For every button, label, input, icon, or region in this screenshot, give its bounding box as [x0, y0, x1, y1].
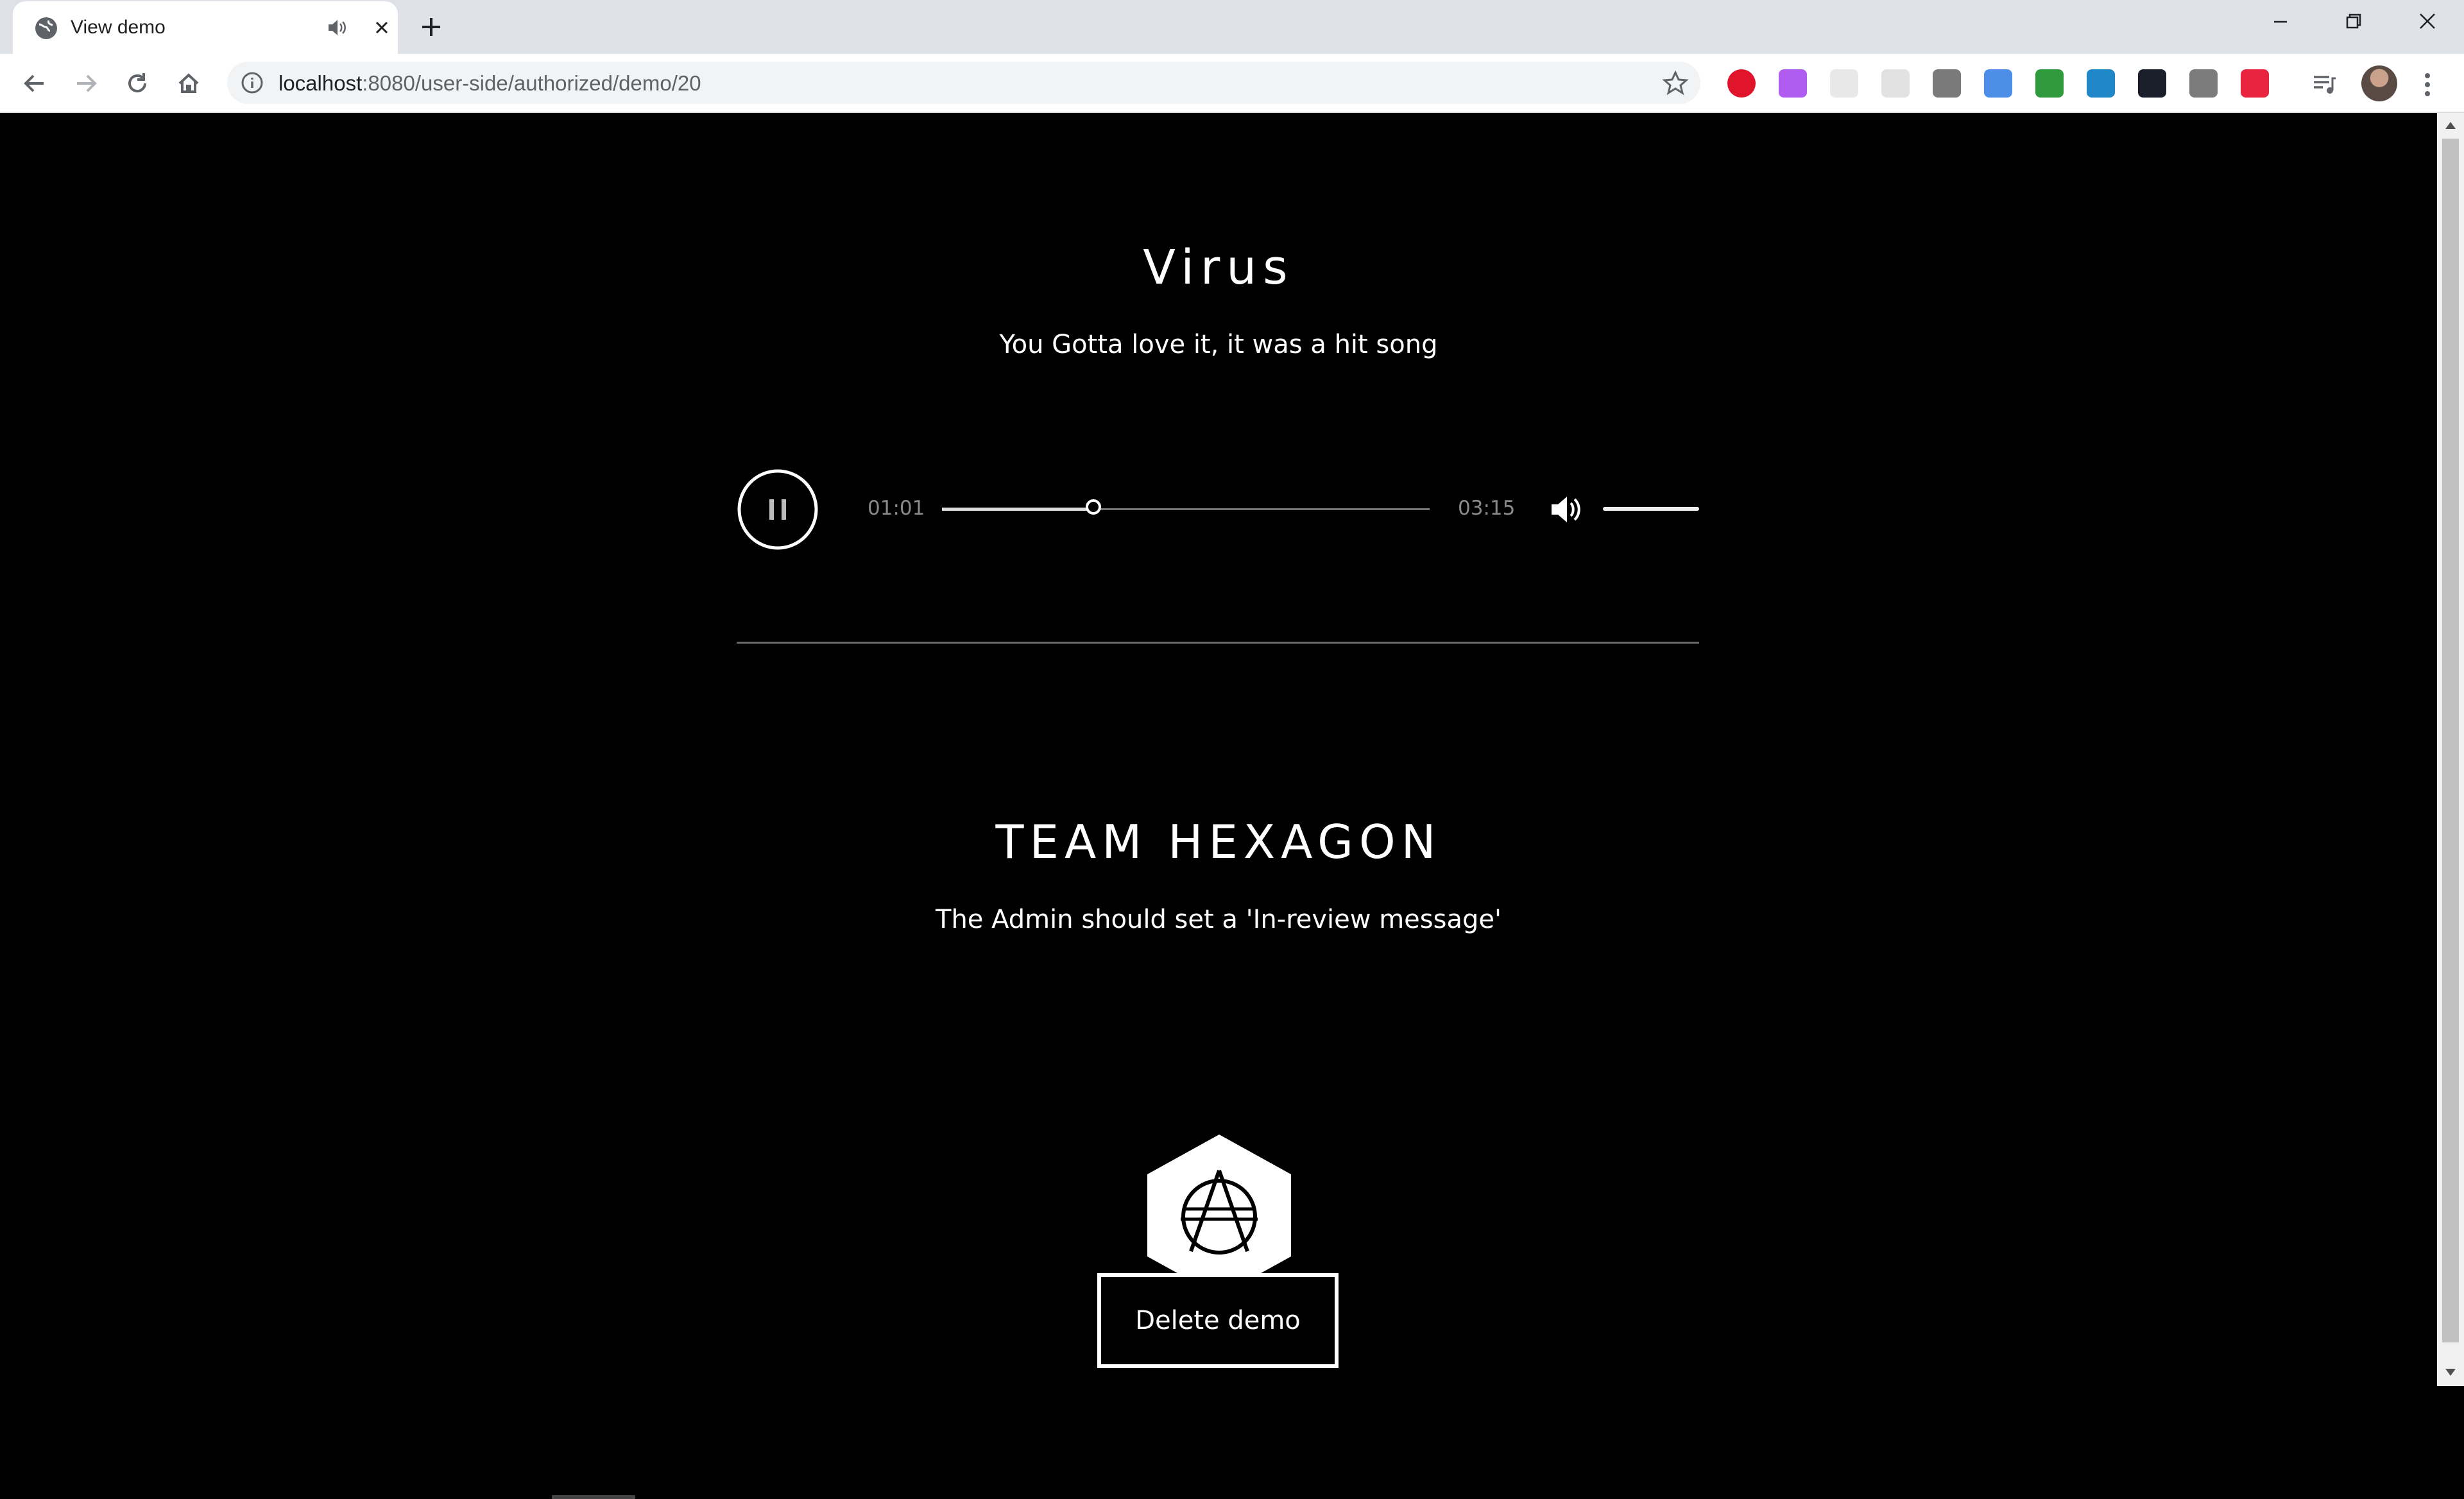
globe-icon: [35, 17, 57, 39]
delete-demo-button[interactable]: Delete demo: [1097, 1273, 1339, 1368]
x-extension-icon[interactable]: [2138, 69, 2166, 98]
tab-title: View demo: [71, 17, 166, 38]
gradient-extension-icon[interactable]: [1779, 69, 1807, 98]
demo-description: You Gotta love it, it was a hit song: [999, 330, 1438, 359]
current-time: 01:01: [868, 497, 925, 520]
team-name: TEAM HEXAGON: [995, 815, 1442, 869]
grid-extension-icon[interactable]: [1881, 69, 1910, 98]
profile-avatar[interactable]: [2361, 65, 2397, 101]
pause-button[interactable]: [737, 468, 819, 551]
back-arrow-icon[interactable]: [19, 68, 50, 99]
s-extension-icon[interactable]: [2189, 69, 2218, 98]
audio-playing-icon[interactable]: [326, 17, 348, 39]
reload-icon[interactable]: [122, 68, 153, 99]
demo-title: Virus: [1143, 240, 1294, 295]
review-message: The Admin should set a 'In-review messag…: [936, 905, 1502, 934]
calendar-extension-icon[interactable]: [1830, 69, 1858, 98]
url-host: localhost: [278, 71, 363, 95]
volume-icon[interactable]: [1549, 493, 1585, 526]
volume-slider[interactable]: [1603, 507, 1699, 512]
duration-time: 03:15: [1458, 497, 1516, 520]
close-tab-icon[interactable]: [370, 15, 394, 40]
restore-icon[interactable]: [2333, 9, 2372, 35]
green-figure-extension-icon[interactable]: [2035, 69, 2064, 98]
page-scrollbar[interactable]: [2437, 113, 2464, 1386]
more-menu-icon[interactable]: [2418, 69, 2437, 100]
seek-handle[interactable]: [1085, 499, 1101, 515]
page-edge-mark: [552, 1495, 635, 1499]
play-flag-extension-icon[interactable]: [2241, 69, 2269, 98]
scroll-up-arrow-icon[interactable]: [2443, 119, 2458, 131]
active-tab[interactable]: View demo: [13, 1, 398, 54]
media-queue-icon[interactable]: [2310, 71, 2338, 99]
address-bar[interactable]: localhost:8080/user-side/authorized/demo…: [227, 62, 1700, 104]
new-tab-icon[interactable]: [416, 12, 447, 42]
page-content: Virus You Gotta love it, it was a hit so…: [0, 113, 2437, 1499]
seek-slider[interactable]: [942, 499, 1430, 515]
opera-icon[interactable]: [1727, 69, 1756, 98]
scroll-down-arrow-icon[interactable]: [2443, 1367, 2458, 1378]
section-divider: [737, 642, 1699, 644]
bookmark-star-icon[interactable]: [1662, 69, 1689, 96]
tab-strip: View demo: [0, 0, 2464, 54]
browser-toolbar: localhost:8080/user-side/authorized/demo…: [0, 54, 2464, 113]
pause-icon: [769, 499, 774, 520]
url-text: localhost:8080/user-side/authorized/demo…: [278, 71, 701, 96]
site-info-icon[interactable]: [240, 71, 264, 95]
close-window-icon[interactable]: [2408, 9, 2446, 35]
gear-extension-icon[interactable]: [1933, 69, 1961, 98]
scrollbar-thumb[interactable]: [2442, 139, 2459, 1342]
volume-level: [1603, 507, 1699, 511]
minimize-icon[interactable]: [2261, 9, 2300, 35]
seek-progress: [942, 508, 1093, 511]
home-icon[interactable]: [173, 68, 204, 99]
forward-arrow-icon[interactable]: [71, 68, 101, 99]
url-path: :8080/user-side/authorized/demo/20: [362, 71, 701, 95]
audio-player: 01:01 03:15: [737, 467, 1699, 552]
monitor-extension-icon[interactable]: [2087, 69, 2115, 98]
blue-circle-extension-icon[interactable]: [1984, 69, 2012, 98]
